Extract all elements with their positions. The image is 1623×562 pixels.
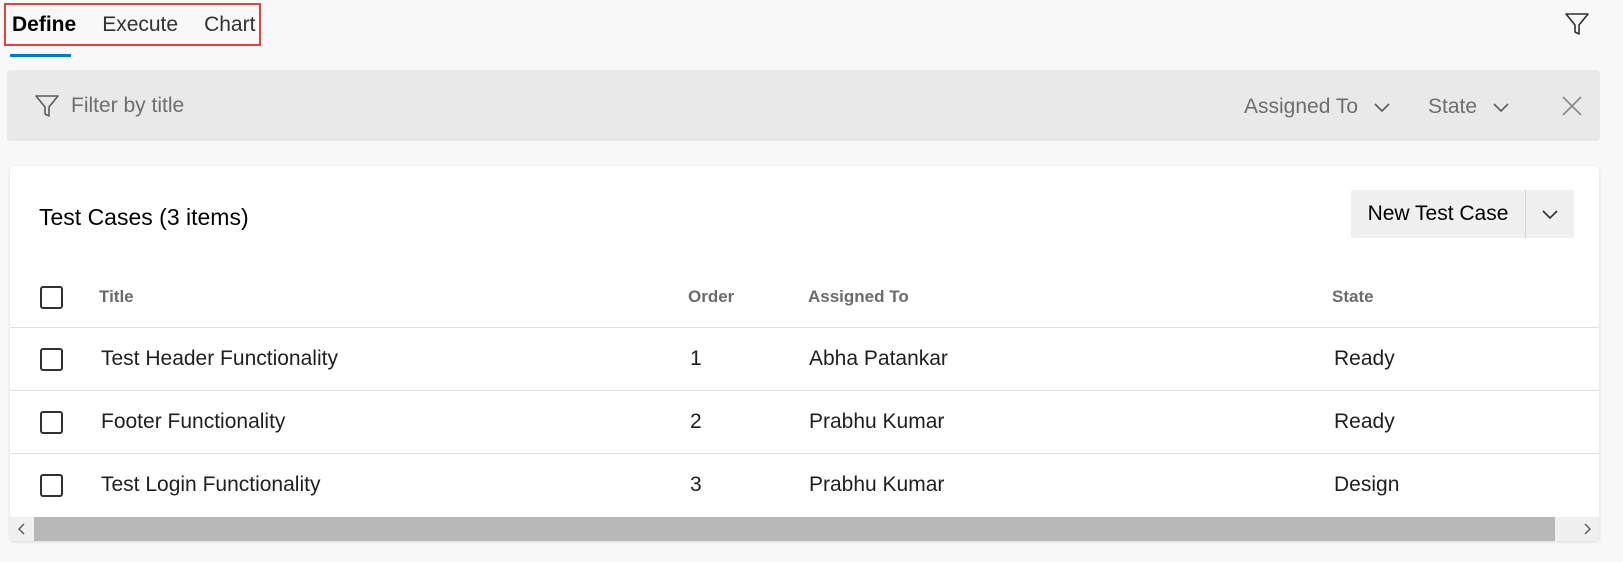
row-checkbox[interactable] — [40, 348, 63, 371]
chevron-left-icon — [18, 523, 25, 535]
scroll-right-button[interactable] — [1575, 517, 1599, 541]
cell-state: Design — [1334, 473, 1400, 496]
cell-state: Ready — [1334, 347, 1395, 370]
cell-assigned-to: Prabhu Kumar — [809, 473, 945, 496]
horizontal-scrollbar[interactable] — [10, 517, 1599, 541]
column-header-title[interactable]: Title — [99, 287, 134, 307]
active-tab-indicator — [10, 54, 71, 57]
chevron-down-icon — [1493, 103, 1509, 113]
tab-execute[interactable]: Execute — [102, 5, 178, 44]
test-cases-card: Test Cases (3 items) New Test Case Title… — [10, 166, 1599, 541]
column-header-order[interactable]: Order — [688, 287, 734, 307]
table-row[interactable]: Footer Functionality 2 Prabhu Kumar Read… — [10, 391, 1599, 454]
new-test-case-dropdown-button[interactable] — [1526, 190, 1574, 238]
scrollbar-thumb[interactable] — [34, 517, 1555, 541]
cell-assigned-to: Prabhu Kumar — [809, 410, 945, 433]
assigned-to-dropdown-label: Assigned To — [1244, 95, 1359, 118]
table-row[interactable]: Test Header Functionality 1 Abha Patanka… — [10, 328, 1599, 391]
card-title: Test Cases (3 items) — [39, 204, 249, 230]
cell-state: Ready — [1334, 410, 1395, 433]
chevron-down-icon — [1542, 210, 1558, 220]
filter-by-title-input[interactable] — [71, 89, 671, 123]
cell-title: Test Login Functionality — [101, 473, 321, 496]
row-checkbox[interactable] — [40, 411, 63, 434]
tab-define[interactable]: Define — [12, 5, 76, 44]
tab-chart[interactable]: Chart — [204, 5, 255, 44]
tab-bar: Define Execute Chart — [4, 3, 261, 46]
filter-icon — [35, 95, 59, 117]
close-icon[interactable] — [1560, 94, 1584, 118]
new-test-case-button[interactable]: New Test Case — [1351, 190, 1525, 238]
state-dropdown[interactable]: State — [1428, 92, 1511, 122]
scroll-left-button[interactable] — [10, 517, 34, 541]
cell-order: 2 — [690, 410, 702, 433]
chevron-right-icon — [1584, 523, 1591, 535]
select-all-checkbox[interactable] — [40, 286, 63, 309]
table-header: Title Order Assigned To State — [10, 266, 1599, 328]
state-dropdown-label: State — [1428, 95, 1478, 118]
cell-title: Test Header Functionality — [101, 347, 338, 370]
cell-order: 1 — [690, 347, 702, 370]
row-checkbox[interactable] — [40, 474, 63, 497]
column-header-assigned-to[interactable]: Assigned To — [808, 287, 909, 307]
table-row[interactable]: Test Login Functionality 3 Prabhu Kumar … — [10, 454, 1599, 517]
column-header-state[interactable]: State — [1332, 287, 1374, 307]
filter-icon[interactable] — [1563, 10, 1591, 38]
new-test-case-split-button: New Test Case — [1351, 190, 1574, 238]
filter-bar: Assigned To State — [7, 70, 1600, 141]
cell-title: Footer Functionality — [101, 410, 286, 433]
chevron-down-icon — [1374, 103, 1390, 113]
cell-order: 3 — [690, 473, 702, 496]
assigned-to-dropdown[interactable]: Assigned To — [1244, 92, 1392, 122]
cell-assigned-to: Abha Patankar — [809, 347, 948, 370]
